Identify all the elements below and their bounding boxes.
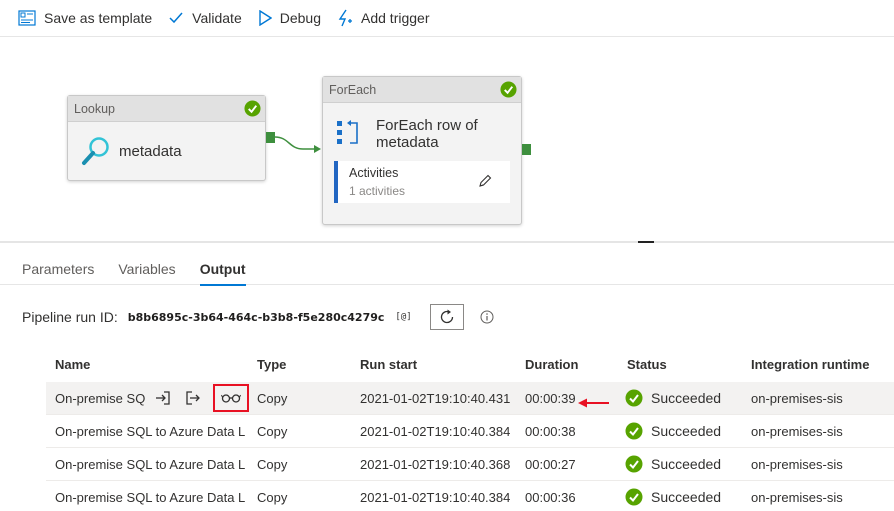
column-header-duration[interactable]: Duration	[520, 357, 622, 372]
column-header-type[interactable]: Type	[252, 357, 355, 372]
lookup-node-type: Lookup	[74, 101, 116, 116]
play-icon	[259, 10, 272, 26]
foreach-node-title: ForEach row of metadata	[376, 117, 478, 151]
row-status-cell: Succeeded	[622, 455, 746, 473]
refresh-button[interactable]	[429, 304, 464, 330]
splitter-handle[interactable]	[638, 241, 654, 243]
pipeline-run-id-row: Pipeline run ID: b8b6895c-3b64-464c-b3b8…	[22, 304, 494, 330]
column-header-name[interactable]: Name	[46, 357, 252, 372]
panel-splitter[interactable]	[0, 241, 894, 243]
row-duration: 00:00:39	[525, 390, 576, 406]
output-icon[interactable]	[185, 390, 201, 406]
row-name: On-premise SQL to Azure Data L	[55, 423, 246, 439]
bottom-panel-tabs: Parameters Variables Output	[0, 255, 894, 286]
tab-parameters[interactable]: Parameters	[22, 255, 94, 285]
checkmark-icon	[169, 12, 183, 24]
success-check-icon	[244, 100, 261, 117]
foreach-node-type: ForEach	[329, 82, 377, 97]
column-header-run-start[interactable]: Run start	[355, 357, 520, 372]
tab-variables[interactable]: Variables	[118, 255, 175, 285]
debug-button[interactable]: Debug	[258, 0, 321, 37]
table-row[interactable]: On-premise SQL to Azure Data L Copy 2021…	[46, 415, 894, 448]
row-run-start: 2021-01-02T19:10:40.431	[360, 390, 511, 406]
lookup-search-icon	[82, 137, 109, 165]
input-icon[interactable]	[155, 390, 171, 406]
column-header-status[interactable]: Status	[622, 357, 746, 372]
row-name-cell: On-premise SQL to Azure Data L	[46, 424, 252, 439]
row-status-cell: Succeeded	[622, 422, 746, 440]
row-name-cell: On-premise SQL to Azure Data L	[46, 457, 252, 472]
validate-button[interactable]: Validate	[168, 0, 242, 37]
row-integration-runtime: on-premises-sis	[751, 489, 843, 505]
row-status: Succeeded	[651, 423, 722, 439]
pipeline-canvas[interactable]: Lookup metadata ForEach ForEach row of m…	[0, 37, 894, 242]
lookup-node-header: Lookup	[68, 96, 265, 122]
table-row[interactable]: On-premise SQ Copy 2021-01-02T19:10:40.4…	[46, 382, 894, 415]
row-name-cell: On-premise SQL to Azure Data L	[46, 490, 252, 505]
row-name: On-premise SQL to Azure Data L	[55, 456, 246, 472]
save-as-template-button[interactable]: Save as template	[18, 0, 152, 37]
lookup-activity-node[interactable]: Lookup metadata	[67, 95, 266, 181]
row-run-start: 2021-01-02T19:10:40.368	[360, 456, 511, 472]
eyeglasses-details-icon	[221, 394, 242, 403]
success-check-icon	[500, 81, 517, 98]
copy-icon[interactable]: [@]	[395, 312, 411, 322]
table-header: Name Type Run start Duration Status Inte…	[46, 347, 894, 382]
info-icon[interactable]	[480, 310, 494, 324]
pencil-edit-icon[interactable]	[478, 174, 492, 188]
success-check-icon	[625, 422, 643, 440]
annotation-arrow-icon	[578, 398, 609, 407]
row-type: Copy	[257, 423, 288, 439]
tab-output[interactable]: Output	[199, 255, 246, 286]
row-status-cell: Succeeded	[622, 488, 746, 506]
pipeline-run-id-value: b8b6895c-3b64-464c-b3b8-f5e280c4279c	[127, 310, 385, 324]
success-check-icon	[625, 488, 643, 506]
success-check-icon	[625, 389, 643, 407]
row-duration-cell: 00:00:39	[520, 390, 622, 407]
activity-runs-table: Name Type Run start Duration Status Inte…	[46, 347, 894, 511]
add-trigger-button[interactable]: Add trigger	[337, 0, 429, 37]
row-type: Copy	[257, 390, 288, 406]
validate-label: Validate	[192, 10, 242, 26]
row-duration: 00:00:38	[525, 423, 576, 439]
pipeline-run-id-label: Pipeline run ID:	[22, 309, 118, 325]
pipeline-toolbar: Save as template Validate Debug Add trig…	[0, 0, 894, 37]
table-row[interactable]: On-premise SQL to Azure Data L Copy 2021…	[46, 481, 894, 511]
foreach-loop-icon	[337, 120, 358, 144]
row-status: Succeeded	[651, 390, 722, 406]
row-run-start: 2021-01-02T19:10:40.384	[360, 423, 511, 439]
foreach-node-header: ForEach	[323, 77, 521, 103]
foreach-activity-node[interactable]: ForEach ForEach row of metadata Activiti…	[322, 76, 522, 225]
row-integration-runtime: on-premises-sis	[751, 423, 843, 439]
connector-arrow	[275, 136, 321, 153]
row-status-cell: Succeeded	[622, 389, 746, 407]
row-status: Succeeded	[651, 489, 722, 505]
lookup-node-label: metadata	[119, 142, 182, 160]
row-status: Succeeded	[651, 456, 722, 472]
row-type: Copy	[257, 456, 288, 472]
row-name-cell: On-premise SQ	[46, 384, 252, 412]
success-check-icon	[625, 455, 643, 473]
trigger-bolt-icon	[338, 9, 352, 27]
row-type: Copy	[257, 489, 288, 505]
table-row[interactable]: On-premise SQL to Azure Data L Copy 2021…	[46, 448, 894, 481]
add-trigger-label: Add trigger	[361, 10, 430, 26]
row-integration-runtime: on-premises-sis	[751, 390, 843, 406]
activities-card[interactable]: Activities 1 activities	[334, 161, 510, 203]
lookup-node-body: metadata	[68, 122, 265, 180]
refresh-icon	[440, 309, 453, 324]
column-header-integration-runtime[interactable]: Integration runtime	[746, 357, 894, 372]
row-duration: 00:00:36	[525, 489, 576, 505]
row-name: On-premise SQ	[55, 390, 146, 406]
debug-label: Debug	[279, 10, 321, 26]
save-as-template-label: Save as template	[44, 10, 153, 26]
lookup-output-port[interactable]	[266, 132, 275, 143]
foreach-output-port[interactable]	[522, 144, 531, 155]
details-button[interactable]	[213, 384, 250, 412]
row-run-start: 2021-01-02T19:10:40.384	[360, 489, 511, 505]
template-icon	[18, 10, 36, 26]
row-duration: 00:00:27	[525, 456, 576, 472]
row-integration-runtime: on-premises-sis	[751, 456, 843, 472]
row-name: On-premise SQL to Azure Data L	[55, 489, 246, 505]
